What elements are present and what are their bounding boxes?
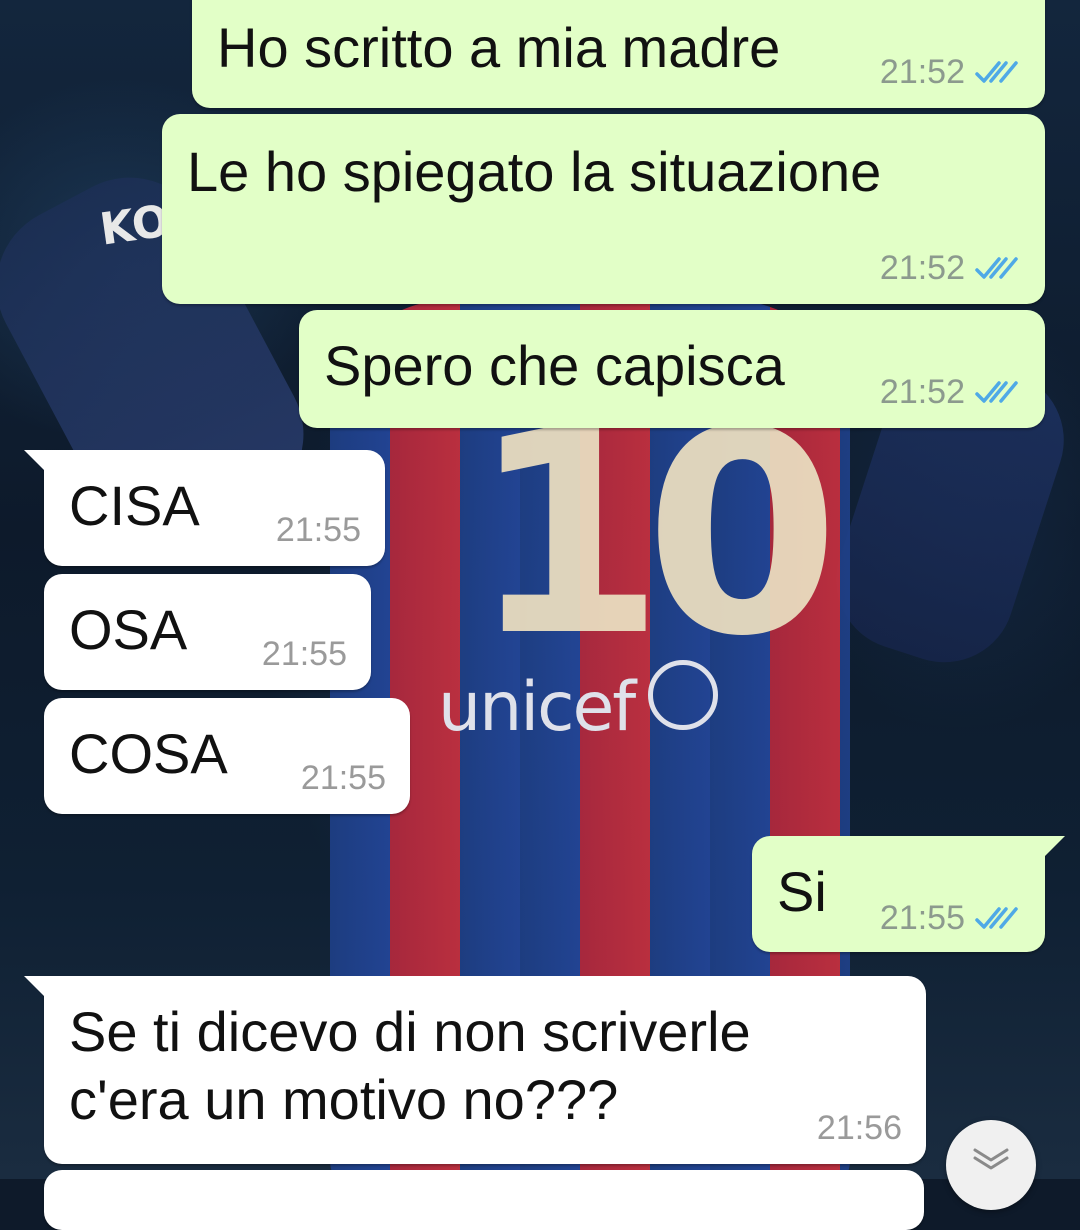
message-text: Si — [777, 860, 827, 923]
message-text: Ho scritto a mia madre — [217, 16, 781, 79]
message-outgoing[interactable]: Le ho spiegato la situazione 21:52 — [162, 114, 1045, 304]
read-ticks-icon — [975, 257, 1018, 279]
message-time: 21:52 — [879, 249, 965, 287]
message-text: Spero che capisca — [324, 334, 785, 397]
message-incoming[interactable]: Se ti dicevo di non scriverle c'era un m… — [24, 976, 926, 1164]
message-meta: 21:52 — [880, 248, 1021, 288]
message-time: 21:52 — [879, 373, 965, 411]
message-meta: 21:55 — [276, 510, 361, 550]
message-text: Se ti dicevo di non scriverle c'era un m… — [69, 1000, 751, 1131]
message-text: COSA — [69, 722, 228, 785]
message-time: 21:56 — [816, 1109, 902, 1147]
read-ticks-icon — [975, 381, 1018, 403]
message-meta: 21:52 — [880, 52, 1021, 92]
scroll-to-bottom-button[interactable] — [946, 1120, 1036, 1210]
message-time: 21:55 — [261, 635, 347, 673]
read-ticks-icon — [975, 61, 1018, 83]
message-incoming[interactable]: CISA 21:55 — [24, 450, 385, 566]
message-incoming-partial[interactable] — [44, 1170, 924, 1230]
message-meta: 21:55 — [880, 898, 1021, 938]
message-meta: 21:56 — [817, 1108, 902, 1148]
message-time: 21:52 — [879, 53, 965, 91]
message-time: 21:55 — [879, 899, 965, 937]
message-text: Le ho spiegato la situazione — [187, 140, 882, 203]
message-meta: 21:55 — [301, 758, 386, 798]
message-meta: 21:52 — [880, 372, 1021, 412]
message-time: 21:55 — [275, 511, 361, 549]
message-time: 21:55 — [300, 759, 386, 797]
read-ticks-icon — [975, 907, 1018, 929]
message-text: CISA — [69, 474, 200, 537]
chevron-double-down-icon — [973, 1148, 1009, 1170]
message-list: Ho scritto a mia madre 21:52 Le ho spieg… — [0, 0, 1080, 1230]
message-outgoing[interactable]: Si 21:55 — [752, 836, 1065, 952]
message-outgoing[interactable]: Ho scritto a mia madre 21:52 — [192, 0, 1045, 108]
message-outgoing[interactable]: Spero che capisca 21:52 — [299, 310, 1045, 428]
message-incoming[interactable]: COSA 21:55 — [44, 698, 410, 814]
message-incoming[interactable]: OSA 21:55 — [44, 574, 371, 690]
message-meta: 21:55 — [262, 634, 347, 674]
message-text: OSA — [69, 598, 188, 661]
